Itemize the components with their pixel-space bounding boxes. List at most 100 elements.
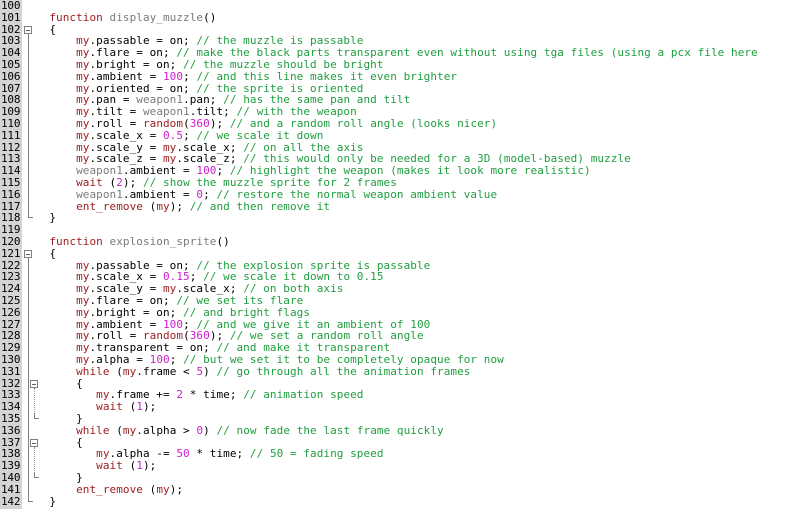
code-token: () — [216, 235, 230, 248]
fold-margin-cell[interactable] — [22, 354, 36, 366]
code-line[interactable]: 118 } — [0, 212, 800, 224]
fold-collapse-box[interactable] — [24, 250, 32, 259]
code-line[interactable]: 142 } — [0, 495, 800, 508]
code-line[interactable]: 139 wait (1); — [0, 460, 800, 472]
fold-guide-line — [28, 59, 29, 71]
fold-collapse-box[interactable] — [24, 25, 32, 34]
fold-margin-cell[interactable] — [22, 236, 36, 248]
code-token: my — [156, 199, 170, 213]
fold-margin-cell[interactable] — [22, 389, 36, 402]
fold-guide-line — [28, 342, 29, 354]
fold-margin-cell[interactable] — [22, 129, 36, 142]
fold-margin-cell[interactable] — [22, 82, 36, 95]
fold-margin-cell[interactable] — [22, 0, 36, 12]
fold-margin-cell[interactable] — [22, 177, 36, 189]
fold-margin-cell[interactable] — [22, 59, 36, 71]
code-text[interactable]: while (my.frame < 5) // go through all t… — [36, 365, 470, 378]
fold-margin-cell[interactable] — [22, 330, 36, 343]
fold-margin-cell[interactable] — [22, 460, 36, 472]
code-text[interactable]: function explosion_sprite() — [36, 236, 230, 248]
fold-guide-line — [28, 106, 29, 118]
fold-margin-cell[interactable] — [22, 424, 36, 437]
fold-margin-cell[interactable] — [22, 165, 36, 177]
fold-margin-cell[interactable] — [22, 153, 36, 166]
fold-guide-line — [28, 295, 29, 307]
code-text[interactable]: function display_muzzle() — [36, 10, 216, 24]
fold-margin-cell[interactable] — [22, 259, 36, 272]
fold-margin-cell[interactable] — [22, 271, 36, 284]
code-token: .alpha > — [136, 423, 197, 437]
code-text[interactable]: } — [36, 495, 56, 508]
fold-margin-cell[interactable] — [22, 47, 36, 59]
code-line[interactable]: 120 function explosion_sprite() — [0, 236, 800, 248]
code-token: ent_remove — [76, 482, 143, 496]
code-token: * time; — [183, 388, 244, 402]
fold-margin-cell[interactable] — [22, 283, 36, 295]
code-text[interactable]: } — [36, 212, 56, 224]
fold-margin-cell[interactable] — [22, 342, 36, 354]
fold-collapse-box[interactable] — [30, 438, 38, 447]
fold-guide-dotted — [34, 448, 35, 461]
fold-margin-cell[interactable] — [22, 318, 36, 331]
code-line[interactable]: 101 function display_muzzle() — [0, 10, 800, 24]
fold-margin-cell[interactable] — [22, 118, 36, 130]
fold-margin-cell[interactable] — [22, 200, 36, 213]
code-text[interactable]: ent_remove (my); — [36, 482, 183, 496]
fold-margin-cell[interactable] — [22, 495, 36, 508]
fold-guide-line — [28, 82, 29, 95]
fold-margin-cell[interactable] — [22, 224, 36, 236]
fold-guide-line — [28, 118, 29, 130]
code-text[interactable]: while (my.alpha > 0) // now fade the las… — [36, 423, 444, 437]
code-line[interactable]: 136 while (my.alpha > 0) // now fade the… — [0, 423, 800, 437]
fold-guide-line — [28, 271, 29, 284]
line-number: 101 — [1, 10, 21, 24]
fold-margin-cell[interactable] — [22, 248, 36, 260]
code-line[interactable]: 131 while (my.frame < 5) // go through a… — [0, 365, 800, 378]
fold-margin-cell[interactable] — [22, 377, 38, 390]
fold-guide-line — [28, 35, 29, 48]
code-token: // now fade the last frame quickly — [216, 423, 444, 437]
fold-margin-cell[interactable] — [22, 436, 38, 449]
fold-end-marker — [28, 212, 33, 219]
fold-guide-line — [28, 401, 29, 413]
code-token: 50 — [176, 447, 190, 461]
fold-guide-line — [28, 47, 29, 59]
fold-margin-cell[interactable] — [22, 483, 36, 496]
fold-margin-cell[interactable] — [22, 448, 36, 461]
code-line[interactable]: 141 ent_remove (my); — [0, 482, 800, 496]
fold-margin-cell[interactable] — [22, 94, 36, 107]
fold-margin-cell[interactable] — [22, 295, 36, 307]
fold-collapse-box[interactable] — [30, 379, 38, 388]
fold-margin-cell[interactable] — [22, 306, 36, 319]
code-token: ( — [142, 482, 157, 496]
fold-margin-cell[interactable] — [22, 212, 36, 224]
fold-guide-line — [28, 177, 29, 189]
fold-margin-cell[interactable] — [22, 70, 36, 83]
fold-guide-line — [28, 94, 29, 107]
fold-margin-cell[interactable] — [22, 141, 36, 154]
fold-margin-cell[interactable] — [22, 188, 36, 201]
fold-margin-cell[interactable] — [22, 472, 39, 484]
code-token: 1 — [136, 459, 143, 473]
code-text[interactable]: ent_remove (my); // and then remove it — [36, 199, 330, 213]
fold-margin-cell[interactable] — [22, 106, 36, 118]
code-token: function — [49, 235, 103, 248]
code-line[interactable]: 134 wait (1); — [0, 401, 800, 413]
code-token: display_muzzle — [109, 10, 204, 24]
code-editor[interactable]: 100 101 function display_muzzle() 102 {103… — [0, 0, 800, 509]
fold-margin-cell[interactable] — [22, 365, 36, 378]
fold-margin-cell[interactable] — [22, 24, 36, 36]
fold-margin-cell[interactable] — [22, 35, 36, 48]
code-token: } — [36, 211, 57, 225]
fold-margin-cell[interactable] — [22, 12, 36, 24]
line-number: 136 — [1, 423, 21, 437]
fold-guide-line — [28, 283, 29, 295]
fold-margin-cell[interactable] — [22, 401, 36, 413]
line-number: 121 — [1, 246, 21, 260]
fold-margin-cell[interactable] — [22, 413, 39, 425]
code-line[interactable]: 117 ent_remove (my); // and then remove … — [0, 199, 800, 213]
fold-guide-line — [28, 318, 29, 331]
code-token: * time; — [189, 447, 250, 461]
fold-guide-line — [28, 141, 29, 154]
